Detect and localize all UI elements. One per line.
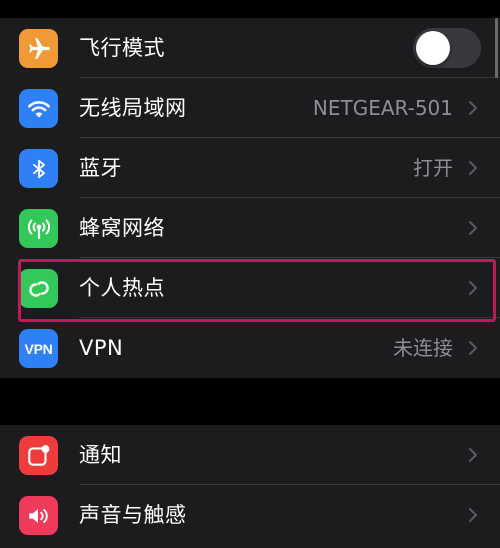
- chevron-right-icon: [469, 341, 477, 355]
- row-label-bluetooth: 蓝牙: [79, 156, 122, 180]
- row-sounds-haptics[interactable]: 声音与触感: [0, 485, 500, 545]
- bluetooth-icon: [19, 149, 58, 188]
- vpn-status-value: 未连接: [393, 336, 453, 360]
- scrollbar[interactable]: [495, 18, 498, 78]
- row-airplane-mode[interactable]: 飞行模式: [0, 18, 500, 78]
- chevron-right-icon: [469, 221, 477, 235]
- row-personal-hotspot[interactable]: 个人热点: [0, 258, 500, 318]
- chevron-right-icon: [469, 161, 477, 175]
- row-label-wifi: 无线局域网: [79, 96, 187, 120]
- row-label-sounds-haptics: 声音与触感: [79, 503, 187, 527]
- wifi-icon: [19, 89, 58, 128]
- row-vpn[interactable]: VPN VPN 未连接: [0, 318, 500, 378]
- row-label-airplane-mode: 飞行模式: [79, 36, 165, 60]
- row-wifi[interactable]: 无线局域网 NETGEAR-501: [0, 78, 500, 138]
- connectivity-group: 飞行模式 无线局域网 NETGEAR-501 蓝牙 打开 蜂窝网络 个人热点 V…: [0, 18, 500, 378]
- cellular-icon: [19, 209, 58, 248]
- wifi-network-value: NETGEAR-501: [312, 96, 453, 120]
- row-label-notifications: 通知: [79, 443, 122, 467]
- row-label-vpn: VPN: [79, 336, 124, 360]
- chevron-right-icon: [469, 281, 477, 295]
- hotspot-icon: [19, 269, 58, 308]
- chevron-right-icon: [469, 508, 477, 522]
- toggle-knob: [416, 31, 450, 65]
- row-cellular[interactable]: 蜂窝网络: [0, 198, 500, 258]
- notifications-icon: [19, 436, 58, 475]
- row-label-personal-hotspot: 个人热点: [79, 276, 165, 300]
- airplane-mode-toggle[interactable]: [413, 28, 481, 68]
- airplane-icon: [19, 29, 58, 68]
- row-notifications[interactable]: 通知: [0, 425, 500, 485]
- settings-screen: 飞行模式 无线局域网 NETGEAR-501 蓝牙 打开 蜂窝网络 个人热点 V…: [0, 0, 500, 548]
- chevron-right-icon: [469, 448, 477, 462]
- notifications-group: 通知 声音与触感: [0, 425, 500, 548]
- bluetooth-status-value: 打开: [413, 156, 453, 180]
- sound-icon: [19, 496, 58, 535]
- vpn-icon: VPN: [19, 329, 58, 368]
- row-bluetooth[interactable]: 蓝牙 打开: [0, 138, 500, 198]
- chevron-right-icon: [469, 101, 477, 115]
- row-label-cellular: 蜂窝网络: [79, 216, 165, 240]
- vpn-icon-text: VPN: [24, 340, 53, 357]
